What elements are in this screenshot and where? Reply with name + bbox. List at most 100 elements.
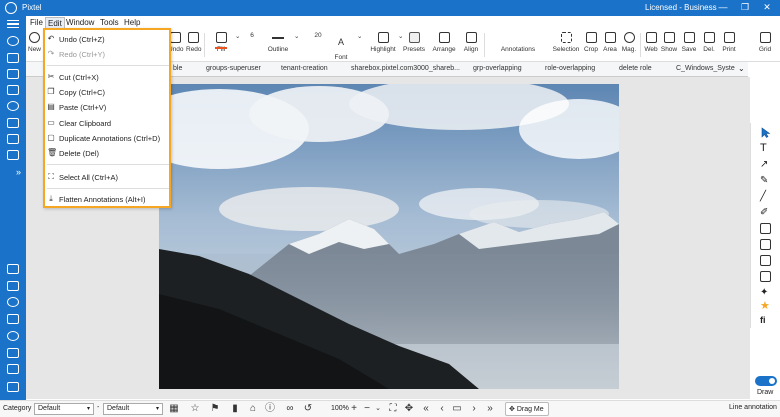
link-icon[interactable]: ∞ xyxy=(285,404,295,414)
expand-icon[interactable]: ✥ xyxy=(404,404,414,414)
last-page-icon[interactable]: » xyxy=(485,404,495,414)
window-icon[interactable]: ▭ xyxy=(452,404,462,414)
stamp-tool-icon[interactable] xyxy=(760,255,771,266)
tab-item[interactable]: grp-overlapping xyxy=(473,65,522,72)
zoom-out-icon[interactable]: − xyxy=(362,404,372,414)
note-tool-icon[interactable] xyxy=(760,223,771,234)
fit-icon[interactable]: ⛶ xyxy=(388,404,398,414)
annotations-group[interactable]: Annotations xyxy=(488,32,548,53)
expand-icon[interactable]: » xyxy=(16,167,21,177)
pen-tool-icon[interactable]: ✎ xyxy=(760,175,771,186)
image-tool-icon[interactable] xyxy=(760,271,771,282)
arrow-tool-icon[interactable]: ↗ xyxy=(760,159,771,170)
menu-paste[interactable]: Paste (Ctrl+V) xyxy=(59,103,106,112)
chevron-down-icon[interactable]: ⌄ xyxy=(235,32,240,40)
marker-tool-icon[interactable]: ✐ xyxy=(760,207,771,218)
save-button[interactable]: Save xyxy=(681,32,697,53)
info-icon[interactable]: ⓘ xyxy=(265,404,275,414)
tab-item[interactable]: role-overlapping xyxy=(545,65,595,72)
tab-item[interactable]: tenant-creation xyxy=(281,65,328,72)
bookmark-icon[interactable]: ▮ xyxy=(230,404,240,414)
home-icon[interactable] xyxy=(7,264,19,274)
star-outline-icon[interactable]: ☆ xyxy=(190,404,200,414)
folder-icon[interactable] xyxy=(7,85,19,95)
print-icon[interactable] xyxy=(7,348,19,358)
mountain-photo[interactable] xyxy=(159,84,619,389)
print-button[interactable]: Print xyxy=(720,32,738,53)
fill-button[interactable]: Fill xyxy=(208,32,234,53)
magnifier-button[interactable]: Mag. xyxy=(620,32,638,53)
chevron-down-icon[interactable]: ⌄ xyxy=(357,32,362,40)
history-icon[interactable] xyxy=(7,101,19,111)
tag-icon[interactable]: ⌂ xyxy=(248,404,258,414)
minimize-button[interactable]: — xyxy=(713,2,733,12)
chevron-down-icon[interactable]: ⌄ xyxy=(738,64,745,73)
redo-button[interactable]: Redo xyxy=(186,32,202,53)
subcategory-select[interactable]: Default ▾ xyxy=(103,403,163,415)
menu-undo[interactable]: Undo (Ctrl+Z) xyxy=(59,35,105,44)
grid-button[interactable]: Grid xyxy=(758,32,772,53)
next-page-icon[interactable]: › xyxy=(469,404,479,414)
draw-toggle[interactable] xyxy=(755,376,777,386)
search-icon[interactable] xyxy=(7,297,19,307)
export-icon[interactable] xyxy=(7,314,19,324)
window-icon[interactable] xyxy=(7,118,19,128)
flag-icon[interactable]: ⚑ xyxy=(210,404,220,414)
presets-button[interactable]: Presets xyxy=(403,32,425,53)
drag-me-button[interactable]: ✥ Drag Me xyxy=(505,402,549,416)
chevron-down-icon[interactable]: ⌄ xyxy=(294,32,299,40)
prev-page-icon[interactable]: ‹ xyxy=(437,404,447,414)
web-button[interactable]: Web xyxy=(643,32,659,53)
area-button[interactable]: Area xyxy=(601,32,619,53)
fx-tool-icon[interactable]: fi xyxy=(760,315,771,326)
video-icon[interactable] xyxy=(7,150,19,160)
delete-button[interactable]: Del. xyxy=(701,32,717,53)
history-icon[interactable]: ↺ xyxy=(303,404,313,414)
star-tool-icon[interactable]: ★ xyxy=(760,301,771,312)
menu-file[interactable]: File xyxy=(28,17,45,28)
tag-list-icon[interactable]: ▦ xyxy=(169,404,179,414)
step-tool-icon[interactable] xyxy=(760,239,771,250)
menu-copy[interactable]: Copy (Ctrl+C) xyxy=(59,88,105,97)
document-icon[interactable] xyxy=(7,69,19,79)
add-icon[interactable] xyxy=(7,36,19,46)
crop-button[interactable]: Crop xyxy=(582,32,600,53)
tab-item[interactable]: ble xyxy=(173,65,182,72)
menu-window[interactable]: Window xyxy=(64,17,96,28)
gallery-icon[interactable] xyxy=(7,281,19,291)
restore-button[interactable]: ❐ xyxy=(735,2,755,13)
text-tool-icon[interactable]: T xyxy=(760,143,771,154)
tab-item[interactable]: sharebox.pixtel.com3000_shareb... xyxy=(351,65,460,72)
align-button[interactable]: Align xyxy=(460,32,482,53)
zoom-in-icon[interactable]: + xyxy=(349,404,359,414)
menu-tools[interactable]: Tools xyxy=(98,17,121,28)
close-button[interactable]: ✕ xyxy=(757,2,777,13)
sparkle-tool-icon[interactable]: ✦ xyxy=(760,287,771,298)
outline-width-select[interactable]: 6 xyxy=(244,32,260,39)
line-tool-icon[interactable]: ╱ xyxy=(760,191,771,202)
capture-icon[interactable] xyxy=(7,53,19,63)
menu-redo[interactable]: Redo (Ctrl+Y) xyxy=(59,50,105,59)
menu-clear-clipboard[interactable]: Clear Clipboard xyxy=(59,119,111,128)
new-button[interactable]: New xyxy=(28,32,41,53)
menu-flatten[interactable]: Flatten Annotations (Alt+I) xyxy=(59,195,146,204)
menu-help[interactable]: Help xyxy=(122,17,142,28)
zoom-level[interactable]: 100% xyxy=(331,405,349,412)
hamburger-icon[interactable] xyxy=(7,20,19,28)
tab-item[interactable]: C_Windows_Syste xyxy=(676,65,735,72)
tab-item[interactable]: groups-superuser xyxy=(206,65,261,72)
menu-cut[interactable]: Cut (Ctrl+X) xyxy=(59,73,99,82)
share-icon[interactable] xyxy=(7,331,19,341)
menu-select-all[interactable]: Select All (Ctrl+A) xyxy=(59,173,118,182)
selection-button[interactable]: Selection xyxy=(552,32,580,53)
outline-button[interactable]: Outline xyxy=(264,32,292,53)
show-button[interactable]: Show xyxy=(660,32,678,53)
menu-delete[interactable]: Delete (Del) xyxy=(59,149,99,158)
menu-duplicate[interactable]: Duplicate Annotations (Ctrl+D) xyxy=(59,134,160,143)
first-page-icon[interactable]: « xyxy=(421,404,431,414)
arrange-button[interactable]: Arrange xyxy=(430,32,458,53)
category-select[interactable]: Default ▾ xyxy=(34,403,94,415)
font-button[interactable]: A Font xyxy=(326,32,356,61)
chevron-down-icon[interactable]: ⌄ xyxy=(373,404,383,414)
user-icon[interactable] xyxy=(7,364,19,374)
